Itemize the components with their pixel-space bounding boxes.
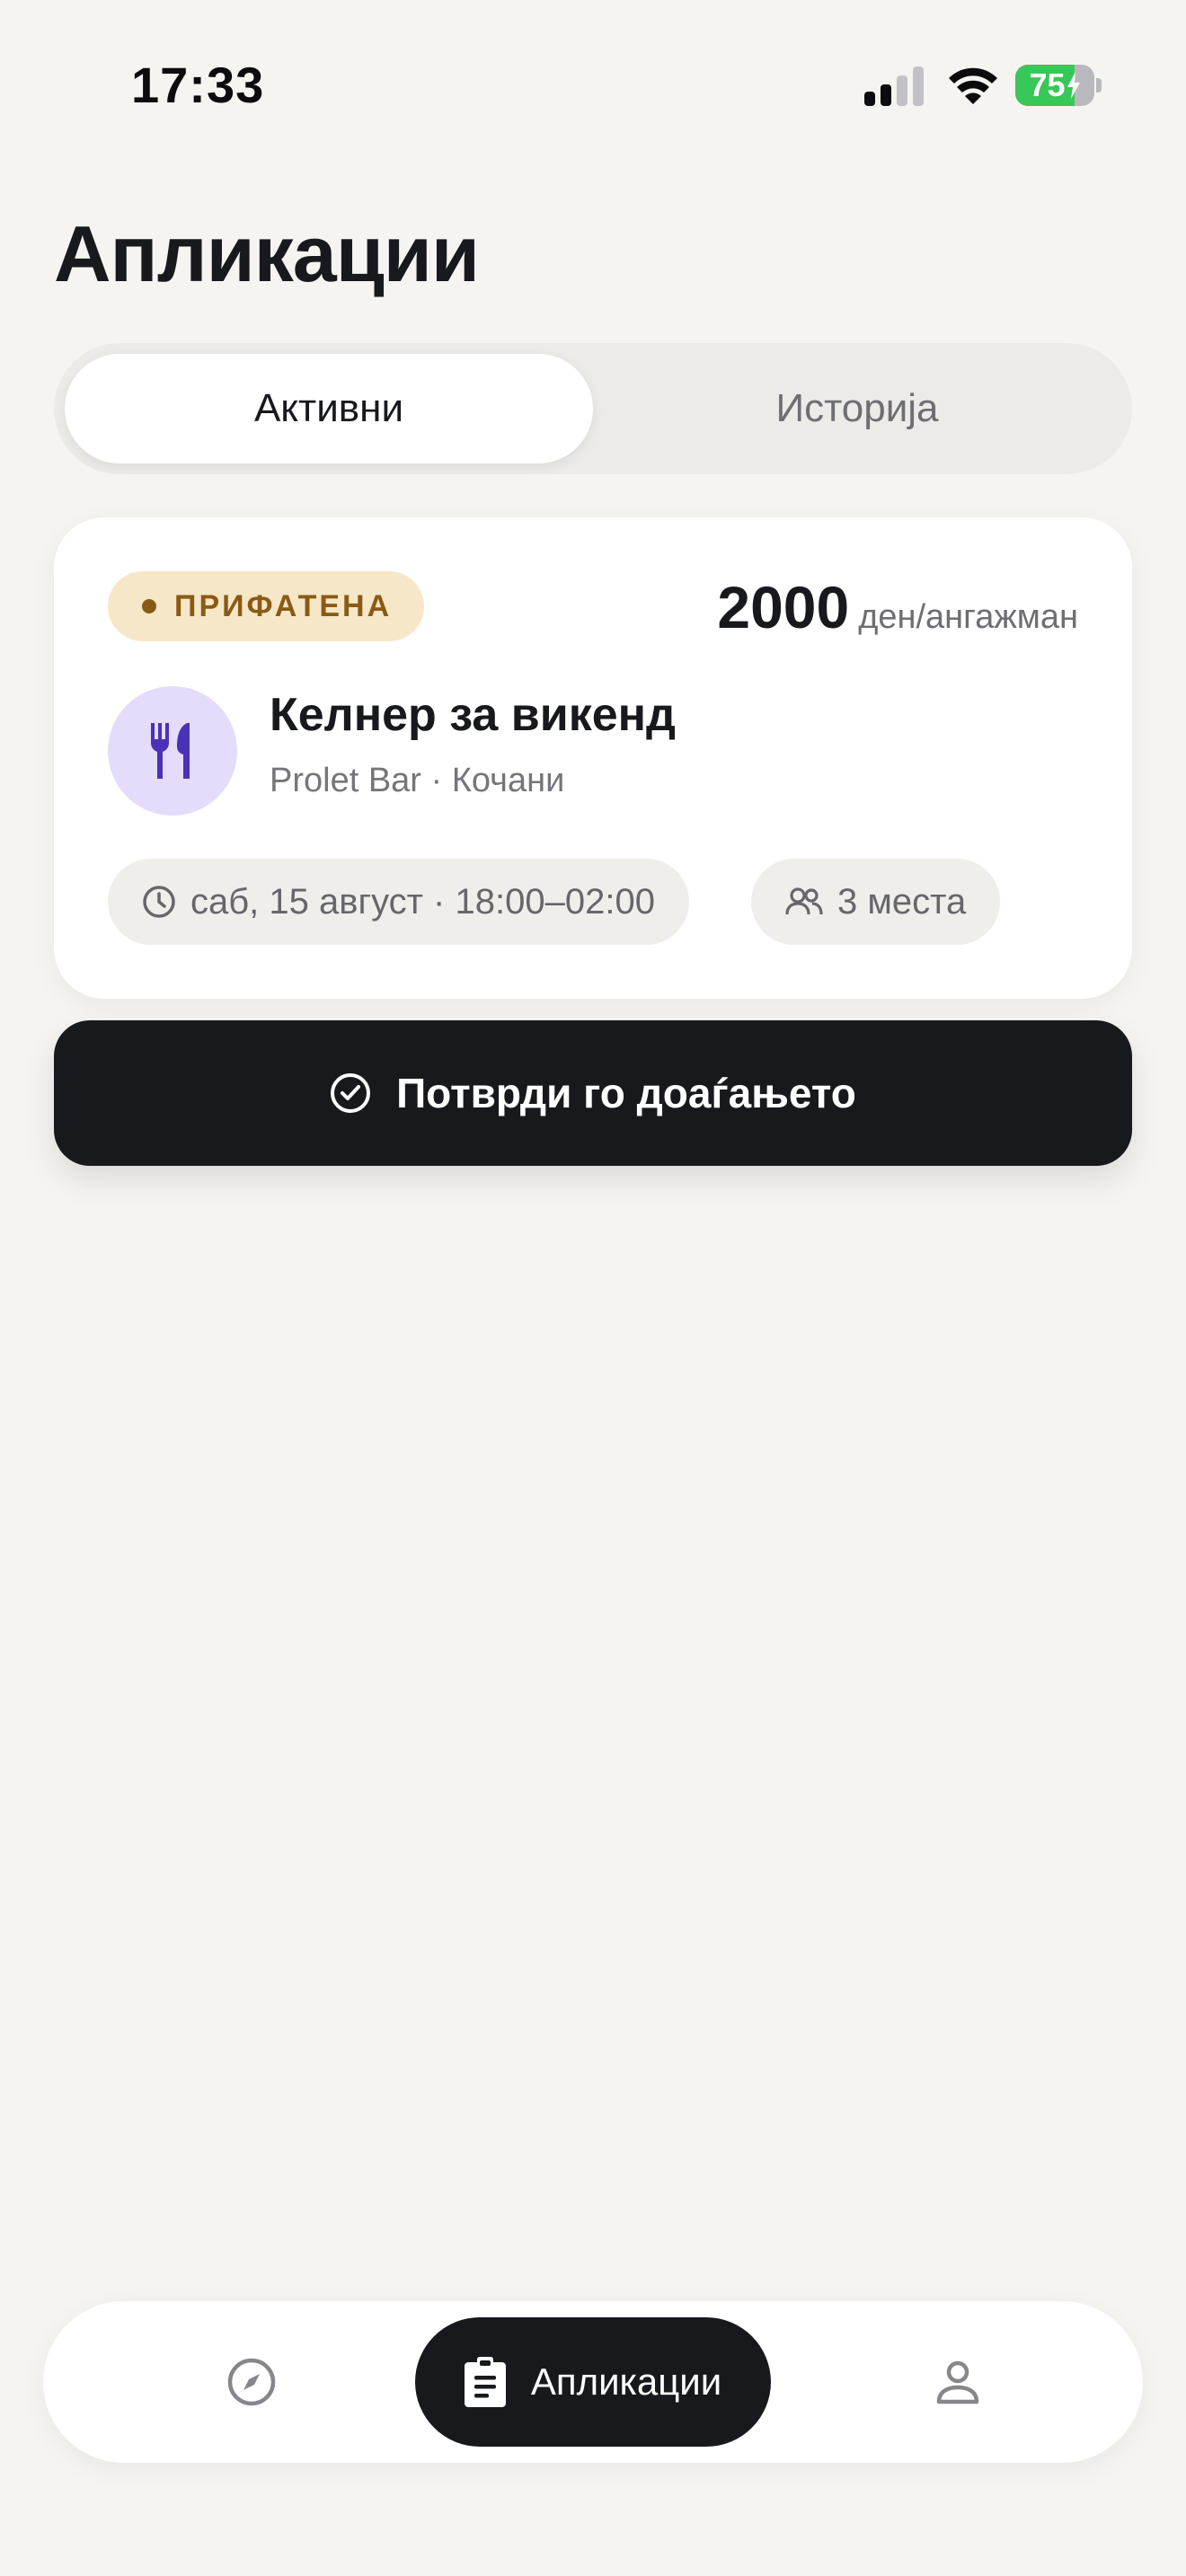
bottom-nav: Апликации (43, 2301, 1143, 2463)
nav-item-explore[interactable] (187, 2317, 316, 2447)
clock-icon (143, 886, 175, 918)
charging-bolt-icon (1067, 72, 1080, 99)
status-dot (142, 599, 156, 613)
compass-icon (227, 2358, 276, 2406)
tab-active[interactable]: Активни (65, 354, 593, 463)
schedule-chip: саб, 15 август · 18:00–02:00 (108, 859, 689, 945)
places-text: 3 места (837, 881, 967, 922)
job-subtitle: Prolet Bar · Кочани (270, 762, 565, 799)
confirm-attendance-button[interactable]: Потврди го доаѓањето (54, 1020, 1132, 1166)
status-time: 17:33 (131, 57, 265, 113)
status-badge-label: ПРИФАТЕНА (174, 588, 393, 623)
price-unit: ден/ангажман (858, 598, 1078, 636)
confirm-button-label: Потврди го доаѓањето (396, 1070, 856, 1116)
user-icon (936, 2360, 979, 2404)
check-circle-icon (331, 1073, 371, 1113)
tab-switcher: Активни Историја (54, 343, 1132, 474)
price-amount: 2000 (717, 574, 850, 640)
status-badge: ПРИФАТЕНА (108, 571, 425, 641)
tab-history[interactable]: Историја (593, 354, 1121, 463)
clipboard-icon (464, 2357, 506, 2407)
battery-charging-icon: 75 (1015, 65, 1102, 106)
fork-knife-icon (151, 723, 190, 779)
battery-level: 75 (1029, 66, 1066, 103)
wifi-icon (949, 67, 997, 104)
nav-item-applications[interactable]: Апликации (415, 2317, 771, 2447)
application-card[interactable]: ПРИФАТЕНА 2000 ден/ангажман Келнер за ви… (54, 517, 1132, 999)
page-title: Апликации (54, 209, 480, 298)
price: 2000 ден/ангажман (717, 573, 1078, 645)
places-chip: 3 места (751, 859, 1001, 945)
job-title: Келнер за викенд (270, 689, 677, 741)
nav-item-profile[interactable] (893, 2317, 1022, 2447)
nav-item-applications-label: Апликации (530, 2360, 722, 2403)
job-avatar (108, 686, 237, 816)
schedule-text: саб, 15 август · 18:00–02:00 (190, 881, 655, 922)
status-bar: 17:33 75 (0, 0, 1186, 180)
people-icon (785, 887, 823, 915)
cellular-signal-icon (864, 66, 924, 106)
